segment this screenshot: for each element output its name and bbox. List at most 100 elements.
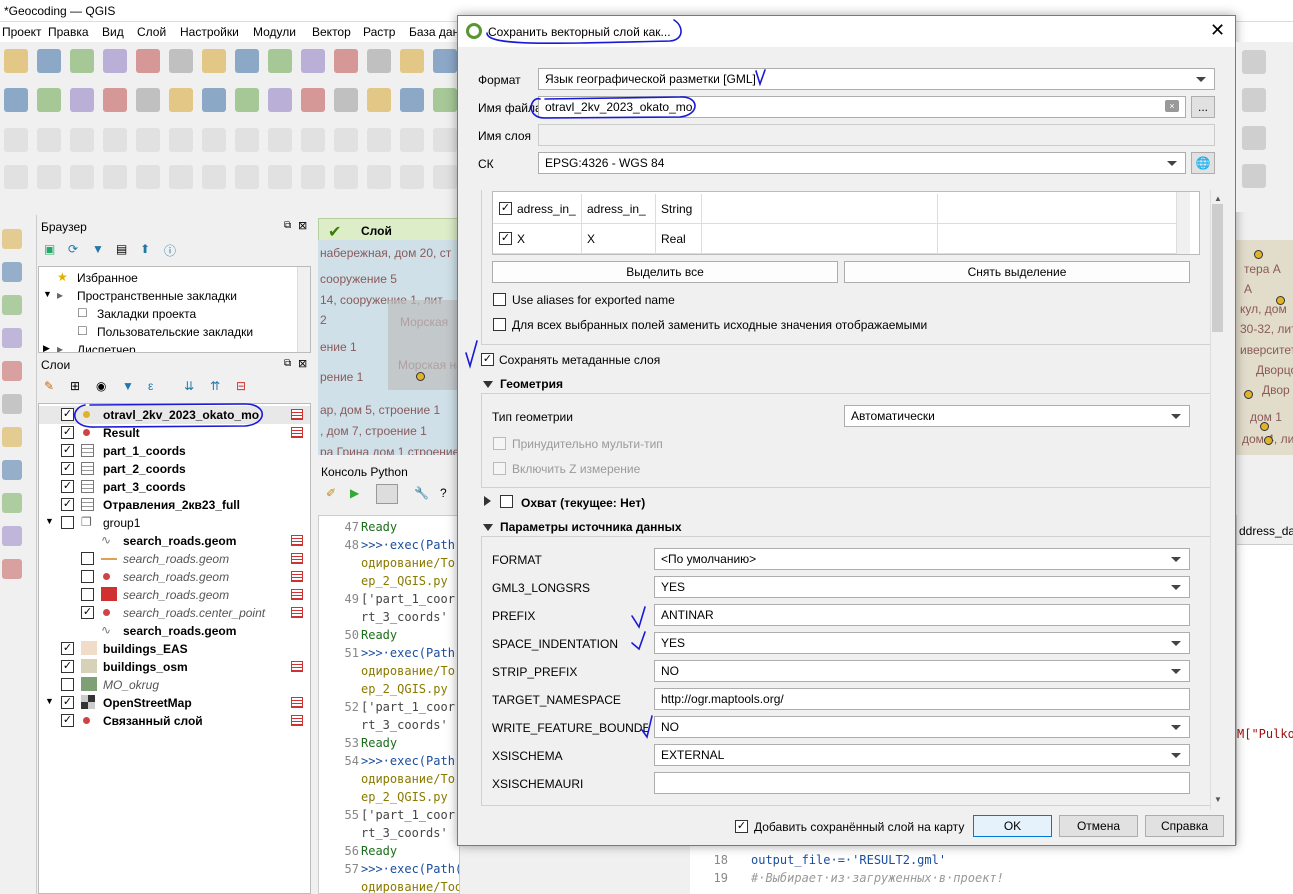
layer-row[interactable]: ✓ part_2_coords — [39, 460, 310, 478]
chevron-down-icon[interactable] — [1171, 585, 1181, 590]
menu-item[interactable]: Вектор — [312, 25, 351, 39]
toolbar-icon[interactable] — [136, 165, 160, 189]
toolbar-icon[interactable] — [268, 165, 292, 189]
layer-visibility-checkbox[interactable]: ✓ — [61, 696, 74, 709]
toolbar-icon[interactable] — [235, 88, 259, 112]
attribute-table-icon[interactable] — [291, 409, 303, 420]
layer-visibility-checkbox[interactable] — [81, 588, 94, 601]
layer-tool-icon[interactable] — [2, 526, 22, 546]
add-icon[interactable]: ▣ — [44, 242, 55, 256]
toolbar-icon[interactable] — [70, 88, 94, 112]
layer-visibility-checkbox[interactable]: ✓ — [81, 606, 94, 619]
map-point-icon[interactable] — [1264, 436, 1273, 445]
datasource-section-title[interactable]: Параметры источника данных — [500, 520, 682, 534]
ds-option-select[interactable]: <По умолчанию> — [654, 548, 1190, 570]
clear-console-icon[interactable]: ✐ — [326, 486, 336, 500]
layer-tool-icon[interactable] — [2, 559, 22, 579]
toolbar-icon[interactable] — [1242, 88, 1266, 112]
toolbar-icon[interactable] — [70, 128, 94, 152]
layer-tool-icon[interactable] — [2, 493, 22, 513]
python-console-output[interactable]: 47 Ready 48 >>>·exec(Path одирование/To ep_2_… — [318, 515, 460, 894]
toolbar-icon[interactable] — [1242, 164, 1266, 188]
toolbar-icon[interactable] — [169, 128, 193, 152]
toolbar-icon[interactable] — [136, 88, 160, 112]
layer-row[interactable]: search_roads.geom — [39, 586, 310, 604]
toolbar-icon[interactable] — [4, 128, 28, 152]
layer-row[interactable]: search_roads.geom — [39, 550, 310, 568]
expression-filter-icon[interactable]: ε — [148, 379, 153, 393]
help-button[interactable]: Справка — [1145, 815, 1224, 837]
toolbar-icon[interactable] — [367, 88, 391, 112]
panel-close-icon[interactable]: ⊠ — [298, 219, 307, 232]
toolbar-icon[interactable] — [400, 165, 424, 189]
editor-tab[interactable]: ddress_data — [1239, 524, 1293, 538]
ds-option-select[interactable]: NO — [654, 660, 1190, 682]
menu-item[interactable]: Вид — [102, 25, 124, 39]
attribute-table-icon[interactable] — [291, 589, 303, 600]
toolbar-icon[interactable] — [169, 165, 193, 189]
keep-metadata-checkbox[interactable]: ✓ — [481, 353, 494, 366]
scroll-down-icon[interactable]: ▼ — [1214, 795, 1222, 804]
field-row[interactable]: ✓ X X Real — [493, 224, 1176, 254]
visibility-icon[interactable]: ◉ — [96, 379, 106, 393]
menu-item[interactable]: Проект — [2, 25, 42, 39]
ds-option-select[interactable]: NO — [654, 716, 1190, 738]
toolbar-icon[interactable] — [169, 88, 193, 112]
field-row[interactable]: ✓ adress_in_ adress_in_ String — [493, 194, 1176, 224]
attribute-table-icon[interactable] — [291, 553, 303, 564]
layer-visibility-checkbox[interactable]: ✓ — [61, 426, 74, 439]
ds-option-input[interactable] — [654, 772, 1190, 794]
geometry-collapse-icon[interactable] — [483, 381, 493, 388]
layer-visibility-checkbox[interactable]: ✓ — [61, 642, 74, 655]
attribute-table-icon[interactable] — [291, 715, 303, 726]
collapse-arrow-icon[interactable]: ▼ — [45, 516, 54, 526]
browser-item[interactable]: ▶ ▸ Диспетчер — [39, 341, 310, 352]
attribute-table-icon[interactable] — [291, 571, 303, 582]
toolbar-icon[interactable] — [433, 128, 457, 152]
collapse-icon[interactable]: ▤ — [116, 242, 127, 256]
browser-item[interactable]: ★ Избранное — [39, 269, 310, 287]
toolbar-icon[interactable] — [70, 49, 94, 73]
toolbar-icon[interactable] — [202, 165, 226, 189]
toolbar-icon[interactable] — [433, 88, 457, 112]
layer-tool-icon[interactable] — [2, 262, 22, 282]
field-checkbox[interactable]: ✓ — [499, 232, 512, 245]
ok-button[interactable]: OK — [973, 815, 1052, 837]
toolbar-icon[interactable] — [1242, 126, 1266, 150]
attribute-table-icon[interactable] — [291, 427, 303, 438]
geometry-type-select[interactable]: Автоматически — [844, 405, 1190, 427]
toolbar-icon[interactable] — [202, 88, 226, 112]
chevron-down-icon[interactable] — [1171, 557, 1181, 562]
browser-item[interactable]: ☐ Закладки проекта — [39, 305, 310, 323]
layer-row[interactable]: ▼ ✓ OpenStreetMap — [39, 694, 310, 712]
toolbar-icon[interactable] — [367, 128, 391, 152]
toolbar-icon[interactable] — [103, 49, 127, 73]
toolbar-icon[interactable] — [400, 49, 424, 73]
add-to-map-checkbox[interactable]: ✓ — [735, 820, 748, 833]
refresh-icon[interactable]: ⟳ — [68, 242, 78, 256]
chevron-down-icon[interactable] — [1171, 641, 1181, 646]
toolbar-icon[interactable] — [433, 49, 457, 73]
filter-legend-icon[interactable]: ▼ — [122, 379, 134, 393]
toolbar-icon[interactable] — [334, 88, 358, 112]
deselect-all-button[interactable]: Снять выделение — [844, 261, 1190, 283]
include-z-checkbox[interactable] — [493, 462, 506, 475]
map-point-icon[interactable] — [1244, 390, 1253, 399]
toolbar-icon[interactable] — [37, 128, 61, 152]
chevron-down-icon[interactable] — [1171, 725, 1181, 730]
layer-tool-icon[interactable] — [2, 295, 22, 315]
layer-tool-icon[interactable] — [2, 229, 22, 249]
crs-selector-button[interactable]: 🌐 — [1191, 152, 1215, 174]
extent-checkbox[interactable] — [500, 495, 513, 508]
toolbar-icon[interactable] — [235, 128, 259, 152]
fields-scrollbar[interactable] — [1176, 192, 1190, 254]
python-editor[interactable]: 18 output_file·=·'RESULT2.gml' 19 #·Выбирае… — [690, 845, 1293, 894]
browser-item[interactable]: ▼ ▸ Пространственные закладки — [39, 287, 310, 305]
layer-row[interactable]: MO_okrug — [39, 676, 310, 694]
layer-tool-icon[interactable] — [2, 328, 22, 348]
layer-visibility-checkbox[interactable]: ✓ — [61, 462, 74, 475]
scroll-up-icon[interactable]: ▲ — [1214, 194, 1222, 203]
toolbar-icon[interactable] — [268, 88, 292, 112]
menu-item[interactable]: Правка — [48, 25, 89, 39]
toolbar-icon[interactable] — [103, 165, 127, 189]
